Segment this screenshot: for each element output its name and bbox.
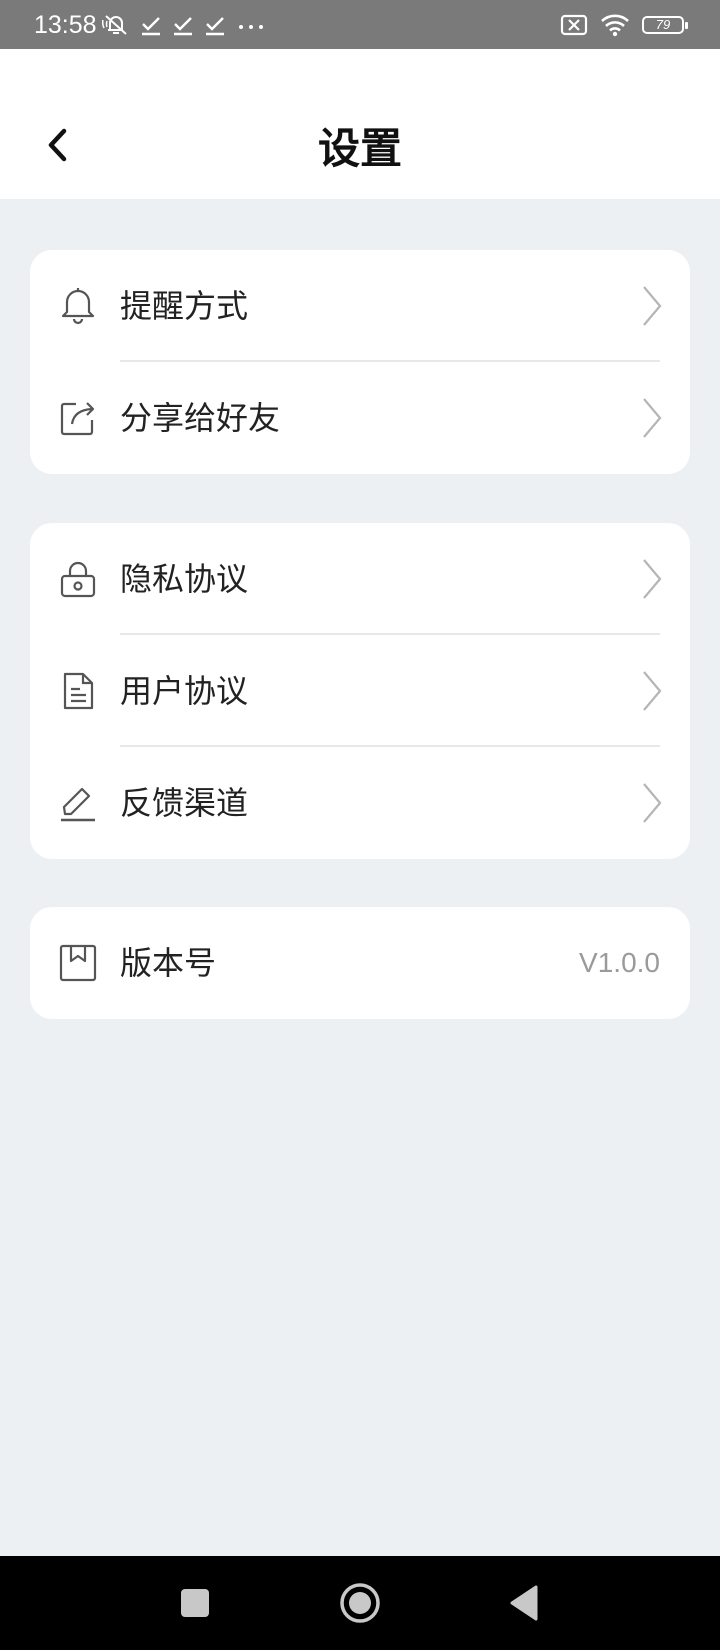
chevron-right-icon — [643, 559, 662, 599]
settings-item-privacy[interactable]: 隐私协议 — [30, 523, 690, 635]
version-value: V1.0.0 — [579, 947, 660, 978]
home-circle-icon — [340, 1583, 380, 1623]
document-icon — [63, 672, 94, 710]
chevron-right-icon — [643, 398, 662, 438]
settings-item-user-agreement[interactable]: 用户协议 — [30, 635, 690, 747]
settings-item-label: 提醒方式 — [120, 287, 249, 325]
bell-icon — [61, 288, 95, 325]
settings-item-label: 分享给好友 — [120, 399, 281, 437]
settings-group-1: 提醒方式 分享给好友 — [30, 250, 690, 474]
recents-button[interactable] — [165, 1573, 225, 1633]
settings-item-reminder[interactable]: 提醒方式 — [30, 250, 690, 362]
settings-group-3: 版本号 V1.0.0 — [30, 907, 690, 1019]
settings-item-feedback[interactable]: 反馈渠道 — [30, 747, 690, 859]
back-triangle-icon — [510, 1585, 538, 1621]
system-nav-bar — [0, 1556, 720, 1650]
settings-item-label: 用户协议 — [120, 672, 249, 710]
chevron-right-icon — [643, 286, 662, 326]
mute-icon — [102, 15, 127, 35]
status-bar: 13:58 79 — [0, 0, 720, 49]
status-right-icons: 79 — [560, 12, 688, 38]
settings-item-share[interactable]: 分享给好友 — [30, 362, 690, 474]
status-left-icons — [102, 12, 266, 38]
chevron-right-icon — [643, 671, 662, 711]
settings-item-label: 反馈渠道 — [120, 784, 249, 822]
settings-item-version: 版本号 V1.0.0 — [30, 907, 690, 1019]
check-icon — [174, 17, 192, 36]
chevron-right-icon — [643, 783, 662, 823]
status-time: 13:58 — [34, 11, 97, 39]
page-title: 设置 — [317, 124, 402, 173]
settings-item-label: 版本号 — [120, 944, 217, 982]
more-icon — [239, 25, 263, 29]
no-sim-icon — [560, 14, 588, 36]
recents-square-icon — [181, 1589, 209, 1617]
header-bar: 设置 — [0, 49, 720, 199]
check-icon — [206, 17, 224, 36]
settings-item-label: 隐私协议 — [120, 560, 249, 598]
home-button[interactable] — [330, 1573, 390, 1633]
check-icon — [142, 17, 160, 36]
bookmark-icon — [59, 944, 97, 982]
back-nav-button[interactable] — [494, 1573, 554, 1633]
settings-group-2: 隐私协议 用户协议 反馈渠道 — [30, 523, 690, 859]
wifi-icon — [601, 14, 629, 37]
battery-icon: 79 — [642, 16, 688, 34]
lock-icon — [60, 561, 96, 598]
share-icon — [60, 402, 95, 436]
edit-icon — [61, 787, 95, 822]
